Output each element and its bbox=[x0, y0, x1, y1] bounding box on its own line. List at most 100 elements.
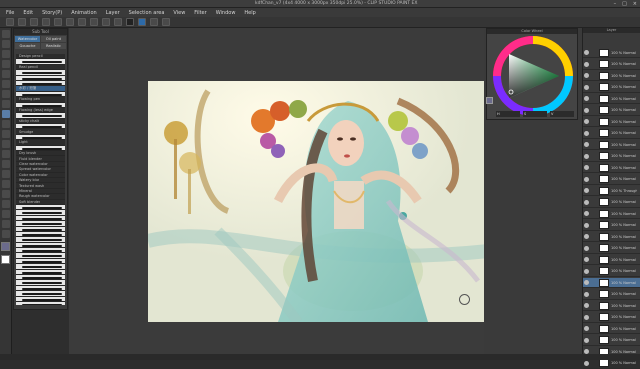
hue-value[interactable]: H bbox=[496, 111, 520, 117]
eye-icon[interactable] bbox=[584, 257, 589, 262]
blend-icon[interactable] bbox=[1, 150, 10, 158]
menu-story[interactable]: Story(P) bbox=[42, 10, 62, 16]
eye-icon[interactable] bbox=[584, 130, 589, 136]
eye-icon[interactable] bbox=[584, 268, 589, 274]
eraser-icon[interactable] bbox=[1, 140, 10, 148]
close-button[interactable]: × bbox=[633, 1, 637, 7]
fill-icon[interactable] bbox=[1, 160, 10, 168]
menu-animation[interactable]: Animation bbox=[71, 10, 97, 16]
redo-icon[interactable] bbox=[54, 18, 62, 26]
snap-icon[interactable] bbox=[114, 18, 122, 26]
eye-icon[interactable] bbox=[584, 291, 589, 297]
eye-icon[interactable] bbox=[584, 314, 589, 320]
eye-icon[interactable] bbox=[584, 153, 589, 159]
layer-row[interactable]: 100 % Normal bbox=[583, 278, 640, 288]
current-color-swatch[interactable] bbox=[486, 97, 493, 104]
eye-icon[interactable] bbox=[584, 234, 589, 239]
ruler-snap-icon[interactable] bbox=[126, 18, 134, 26]
layer-row[interactable]: 100 % Normal bbox=[583, 336, 640, 346]
saturation-value[interactable]: S bbox=[523, 111, 547, 117]
tab-gouache[interactable]: Gouache bbox=[15, 43, 40, 49]
value-value[interactable]: V bbox=[550, 111, 574, 117]
eye-icon[interactable] bbox=[584, 337, 589, 343]
settings-icon[interactable] bbox=[162, 18, 170, 26]
operation-icon[interactable] bbox=[1, 50, 10, 58]
layer-row[interactable]: 100 % Through bbox=[583, 186, 640, 196]
menu-view[interactable]: View bbox=[173, 10, 185, 16]
eye-icon[interactable] bbox=[584, 222, 589, 228]
text-icon[interactable] bbox=[1, 210, 10, 218]
main-color-swatch[interactable] bbox=[1, 242, 10, 251]
invert-icon[interactable] bbox=[102, 18, 110, 26]
layer-row[interactable]: 100 % Normal bbox=[583, 117, 640, 127]
correct-line-icon[interactable] bbox=[1, 230, 10, 238]
menu-filter[interactable]: Filter bbox=[194, 10, 206, 16]
menu-window[interactable]: Window bbox=[216, 10, 236, 16]
clear-icon[interactable] bbox=[66, 18, 74, 26]
layer-row[interactable]: 100 % Normal bbox=[583, 129, 640, 139]
tab-realistic[interactable]: Realistic bbox=[41, 43, 66, 49]
open-file-icon[interactable] bbox=[18, 18, 26, 26]
eye-icon[interactable] bbox=[584, 61, 589, 67]
brush-item[interactable] bbox=[16, 301, 65, 305]
layer-row[interactable]: 100 % Normal bbox=[583, 152, 640, 162]
layer-row[interactable]: 100 % Normal bbox=[583, 163, 640, 173]
layer-row[interactable]: 100 % Normal bbox=[583, 48, 640, 58]
eye-icon[interactable] bbox=[584, 303, 589, 308]
layer-row[interactable]: 100 % Normal bbox=[583, 221, 640, 231]
layer-row[interactable]: 100 % Normal bbox=[583, 175, 640, 185]
layer-row[interactable]: 100 % Normal bbox=[583, 290, 640, 300]
layer-row[interactable]: 100 % Normal bbox=[583, 106, 640, 116]
menu-layer[interactable]: Layer bbox=[106, 10, 120, 16]
layer-row[interactable]: 100 % Normal bbox=[583, 71, 640, 81]
figure-icon[interactable] bbox=[1, 180, 10, 188]
lasso-icon[interactable] bbox=[1, 70, 10, 78]
eye-icon[interactable] bbox=[584, 84, 589, 90]
menu-edit[interactable]: Edit bbox=[23, 10, 33, 16]
balloon-icon[interactable] bbox=[1, 220, 10, 228]
decoration-icon[interactable] bbox=[1, 130, 10, 138]
layer-row[interactable]: 100 % Normal bbox=[583, 359, 640, 369]
eyedropper-icon[interactable] bbox=[1, 80, 10, 88]
eye-icon[interactable] bbox=[584, 211, 589, 216]
layer-row[interactable]: 100 % Normal bbox=[583, 244, 640, 254]
eye-icon[interactable] bbox=[584, 188, 589, 193]
selection-icon[interactable] bbox=[1, 60, 10, 68]
eye-icon[interactable] bbox=[584, 280, 589, 285]
eye-icon[interactable] bbox=[584, 96, 589, 101]
minimize-button[interactable]: – bbox=[614, 1, 617, 7]
gradient-snap-icon[interactable] bbox=[138, 18, 146, 26]
layer-row[interactable]: 100 % Normal bbox=[583, 324, 640, 334]
eye-icon[interactable] bbox=[584, 176, 589, 182]
eye-icon[interactable] bbox=[584, 142, 589, 147]
zoom-icon[interactable] bbox=[1, 30, 10, 38]
layer-row[interactable]: 100 % Normal bbox=[583, 232, 640, 242]
sub-color-swatch[interactable] bbox=[1, 255, 10, 264]
eye-icon[interactable] bbox=[584, 165, 589, 170]
tab-watercolor[interactable]: Watercolor bbox=[15, 36, 40, 42]
menu-file[interactable]: File bbox=[6, 10, 14, 16]
eye-icon[interactable] bbox=[584, 73, 589, 78]
color-wheel[interactable] bbox=[487, 34, 579, 121]
eye-icon[interactable] bbox=[584, 360, 589, 366]
layer-row[interactable]: 100 % Normal bbox=[583, 209, 640, 219]
eye-icon[interactable] bbox=[584, 245, 589, 251]
transform-icon[interactable] bbox=[78, 18, 86, 26]
eye-icon[interactable] bbox=[584, 50, 589, 55]
tab-oil-paint[interactable]: Oil paint bbox=[41, 36, 66, 42]
move-icon[interactable] bbox=[1, 40, 10, 48]
new-file-icon[interactable] bbox=[6, 18, 14, 26]
menu-selection-area[interactable]: Selection area bbox=[129, 10, 165, 16]
eye-icon[interactable] bbox=[584, 119, 589, 124]
brush-icon[interactable] bbox=[1, 110, 10, 118]
eye-icon[interactable] bbox=[584, 326, 589, 331]
layer-row[interactable]: 100 % Normal bbox=[583, 83, 640, 93]
layer-row[interactable]: 100 % Normal bbox=[583, 60, 640, 70]
gradient-icon[interactable] bbox=[1, 170, 10, 178]
layer-row[interactable]: 100 % Normal bbox=[583, 267, 640, 277]
layer-row[interactable]: 100 % Normal bbox=[583, 301, 640, 311]
deselect-icon[interactable] bbox=[90, 18, 98, 26]
layer-row[interactable]: 100 % Normal bbox=[583, 140, 640, 150]
airbrush-icon[interactable] bbox=[1, 120, 10, 128]
pencil-icon[interactable] bbox=[1, 100, 10, 108]
